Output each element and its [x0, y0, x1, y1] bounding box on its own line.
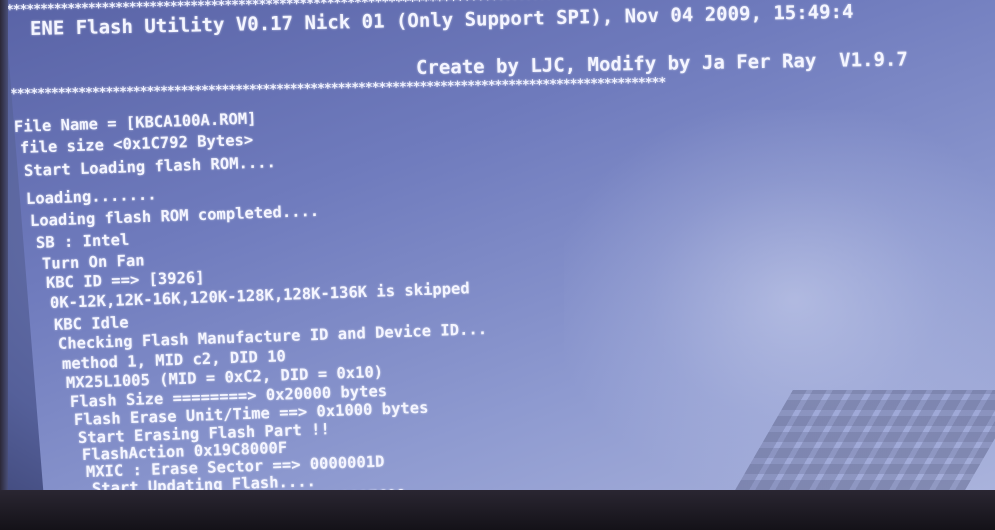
- log-line: KBC ID ==> [3926]: [45, 268, 205, 292]
- monitor-bezel-left: [0, 0, 8, 530]
- monitor-bezel-bottom: [0, 490, 995, 530]
- dos-screen: ****************************************…: [4, 0, 995, 495]
- utility-credit: Create by LJC, Modify by Ja Fer Ray V1.9…: [415, 48, 908, 79]
- log-line: Loading.......: [25, 185, 157, 208]
- log-line: Turn On Fan: [41, 251, 145, 273]
- log-line: SB : Intel: [35, 230, 130, 252]
- log-line: Start Loading flash ROM....: [23, 153, 277, 180]
- console-output: ****************************************…: [4, 0, 995, 495]
- log-line: Loading flash ROM completed....: [29, 201, 320, 230]
- log-line: KBC Idle: [53, 313, 129, 334]
- header-stars-bottom: ****************************************…: [9, 75, 666, 102]
- log-line: file size <0x1C792 Bytes>: [19, 130, 254, 157]
- monitor-photo: ****************************************…: [0, 0, 995, 530]
